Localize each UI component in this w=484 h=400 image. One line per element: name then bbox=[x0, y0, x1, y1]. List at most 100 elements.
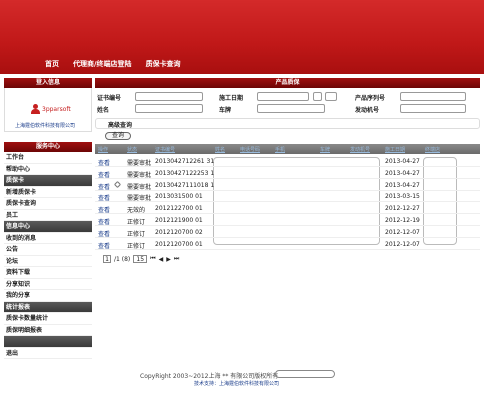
table-row: 查看 需要审批 2013042712261 31 2013-04-27 bbox=[95, 155, 480, 167]
sidebar-item[interactable]: 收到的消息 bbox=[4, 233, 92, 244]
page-size-select[interactable]: 15 bbox=[133, 255, 148, 263]
date-label: 施工日期 bbox=[219, 95, 244, 102]
col-date[interactable]: 施工日期 bbox=[385, 146, 405, 153]
cert-input[interactable] bbox=[135, 92, 203, 101]
login-info-title: 登入信息 bbox=[4, 78, 92, 88]
row-date: 2013-04-27 bbox=[385, 169, 420, 177]
name-label: 姓名 bbox=[97, 107, 110, 114]
header: 首页 代理商/终端店登陆 质保卡查询 bbox=[0, 0, 484, 74]
user-name: 3pparsoft bbox=[42, 106, 71, 113]
col-phone[interactable]: 电话号码 bbox=[240, 146, 260, 153]
row-date: 2013-04-27 bbox=[385, 181, 420, 189]
nav-home[interactable]: 首页 bbox=[45, 59, 59, 69]
plate-input[interactable] bbox=[257, 104, 325, 113]
row-cert: 2013042712261 31 bbox=[155, 158, 215, 165]
serial-input[interactable] bbox=[400, 92, 466, 101]
engine-label: 发动机号 bbox=[355, 107, 380, 114]
top-nav: 首页 代理商/终端店登陆 质保卡查询 bbox=[0, 57, 484, 71]
view-link[interactable]: 查看 bbox=[98, 193, 110, 202]
page-title: 产品质保 bbox=[95, 78, 480, 88]
sidebar-item[interactable]: 工作台 bbox=[4, 152, 92, 164]
row-status: 无效的 bbox=[127, 207, 146, 215]
sidebar-item[interactable]: 质保卡查询 bbox=[4, 198, 92, 210]
sidebar-item-logout[interactable]: 退出 bbox=[4, 348, 92, 359]
prev-page-icon[interactable]: ◀ bbox=[159, 256, 164, 263]
col-name[interactable]: 姓名 bbox=[215, 146, 225, 153]
sidebar-item[interactable]: 资料下载 bbox=[4, 267, 92, 279]
row-date: 2013-03-15 bbox=[385, 193, 420, 201]
serial-label: 产品序列号 bbox=[355, 95, 386, 102]
view-link[interactable]: 查看 bbox=[98, 170, 110, 179]
link-icon[interactable] bbox=[113, 180, 122, 189]
row-cert: 20130427122253 1 bbox=[155, 169, 215, 177]
table-row: 查看 需要审批 20130427122253 1 2013-04-27 bbox=[95, 167, 480, 179]
next-page-icon[interactable]: ▶ bbox=[166, 256, 171, 263]
copyright: CopyRight 2003~2012上海 ** 有限公司版权所有 bbox=[140, 373, 279, 380]
sidebar-item[interactable]: 帮助中心 bbox=[4, 164, 92, 175]
last-page-icon[interactable]: ⏭ bbox=[174, 255, 179, 263]
first-page-icon[interactable]: ⏮ bbox=[150, 255, 155, 263]
table-row: 查看 需要审批 2013031500 01 2013-03-15 bbox=[95, 190, 480, 203]
date-input[interactable] bbox=[257, 92, 309, 101]
row-status: 正修订 bbox=[127, 219, 146, 226]
user-icon bbox=[31, 104, 40, 114]
col-store[interactable]: 终端店 bbox=[425, 146, 440, 153]
col-mobile[interactable]: 手机 bbox=[275, 146, 285, 153]
sidebar-group: 信息中心 bbox=[4, 221, 92, 233]
page-input[interactable]: 1 bbox=[103, 255, 111, 263]
col-status[interactable]: 状态 bbox=[127, 146, 137, 153]
view-link[interactable]: 查看 bbox=[98, 182, 110, 191]
sidebar-item[interactable]: 公告 bbox=[4, 244, 92, 256]
sidebar: 登入信息 3pparsoft 上海霆伯软件科技有限公司 服务中心 工作台 帮助中… bbox=[4, 78, 92, 359]
row-status: 需要审批 bbox=[127, 171, 152, 179]
footer-input[interactable] bbox=[275, 370, 335, 378]
sidebar-item[interactable]: 分享知识 bbox=[4, 279, 92, 290]
sidebar-item[interactable]: 我的分享 bbox=[4, 290, 92, 302]
nav-warranty-query[interactable]: 质保卡查询 bbox=[146, 59, 181, 69]
sidebar-item[interactable]: 论坛 bbox=[4, 256, 92, 267]
table-row: 查看 无效的 2012122700 01 2012-12-27 bbox=[95, 202, 480, 215]
service-center-title: 服务中心 bbox=[4, 142, 92, 152]
sidebar-group: 统计报表 bbox=[4, 301, 92, 313]
engine-input[interactable] bbox=[400, 104, 466, 113]
row-date: 2012-12-27 bbox=[385, 205, 420, 213]
table-header: 操作 状态 证书编号 姓名 电话号码 手机 车牌 发动机号 施工日期 终端店 bbox=[95, 144, 480, 154]
advanced-search-bar[interactable]: 高级查询 bbox=[95, 118, 480, 129]
date-select[interactable] bbox=[325, 92, 337, 101]
name-input[interactable] bbox=[135, 104, 203, 113]
row-cert: 2013031500 01 bbox=[155, 193, 203, 201]
row-date: 2012-12-07 bbox=[385, 240, 420, 248]
sidebar-item[interactable]: 员工 bbox=[4, 210, 92, 221]
view-link[interactable]: 查看 bbox=[98, 217, 110, 226]
view-link[interactable]: 查看 bbox=[98, 229, 110, 238]
advanced-search-label: 高级查询 bbox=[108, 122, 133, 129]
table-row: 查看 需要审批 20130427111018 1 2013-04-27 bbox=[95, 179, 480, 191]
nav-agent-login[interactable]: 代理商/终端店登陆 bbox=[73, 59, 132, 69]
col-cert[interactable]: 证书编号 bbox=[155, 146, 175, 153]
user-box: 3pparsoft 上海霆伯软件科技有限公司 bbox=[4, 88, 92, 132]
table-row: 查看 正修订 2012121900 01 2012-12-19 bbox=[95, 214, 480, 226]
view-link[interactable]: 查看 bbox=[98, 241, 110, 250]
calendar-icon[interactable] bbox=[313, 92, 322, 101]
row-status: 需要审批 bbox=[127, 183, 152, 191]
tech-support[interactable]: 技术支持：上海霆伯软件科技有限公司 bbox=[194, 380, 279, 387]
company-name: 上海霆伯软件科技有限公司 bbox=[15, 123, 76, 129]
query-button[interactable]: 查询 bbox=[105, 132, 131, 140]
table-row: 查看 正修订 2012120700 02 2012-12-07 bbox=[95, 226, 480, 238]
col-engine[interactable]: 发动机号 bbox=[350, 146, 370, 153]
cert-label: 证书编号 bbox=[97, 95, 122, 102]
col-plate[interactable]: 车牌 bbox=[320, 146, 330, 153]
sidebar-item[interactable]: 新增质保卡 bbox=[4, 187, 92, 198]
view-link[interactable]: 查看 bbox=[98, 158, 110, 167]
sidebar-item[interactable]: 质保卡数量统计 bbox=[4, 313, 92, 325]
row-cert: 2012120700 01 bbox=[155, 240, 203, 248]
sidebar-item[interactable]: 质保明细报表 bbox=[4, 325, 92, 336]
col-action[interactable]: 操作 bbox=[98, 146, 108, 153]
row-date: 2012-12-07 bbox=[385, 228, 420, 236]
main-panel: 产品质保 证书编号 施工日期 产品序列号 姓名 车牌 发动机号 bbox=[95, 78, 480, 114]
search-form: 证书编号 施工日期 产品序列号 姓名 车牌 发动机号 bbox=[95, 88, 480, 114]
row-status: 正修订 bbox=[127, 230, 146, 238]
sidebar-group bbox=[4, 336, 92, 348]
table-row: 查看 正修订 2012120700 01 2012-12-07 bbox=[95, 238, 480, 250]
view-link[interactable]: 查看 bbox=[98, 205, 110, 214]
